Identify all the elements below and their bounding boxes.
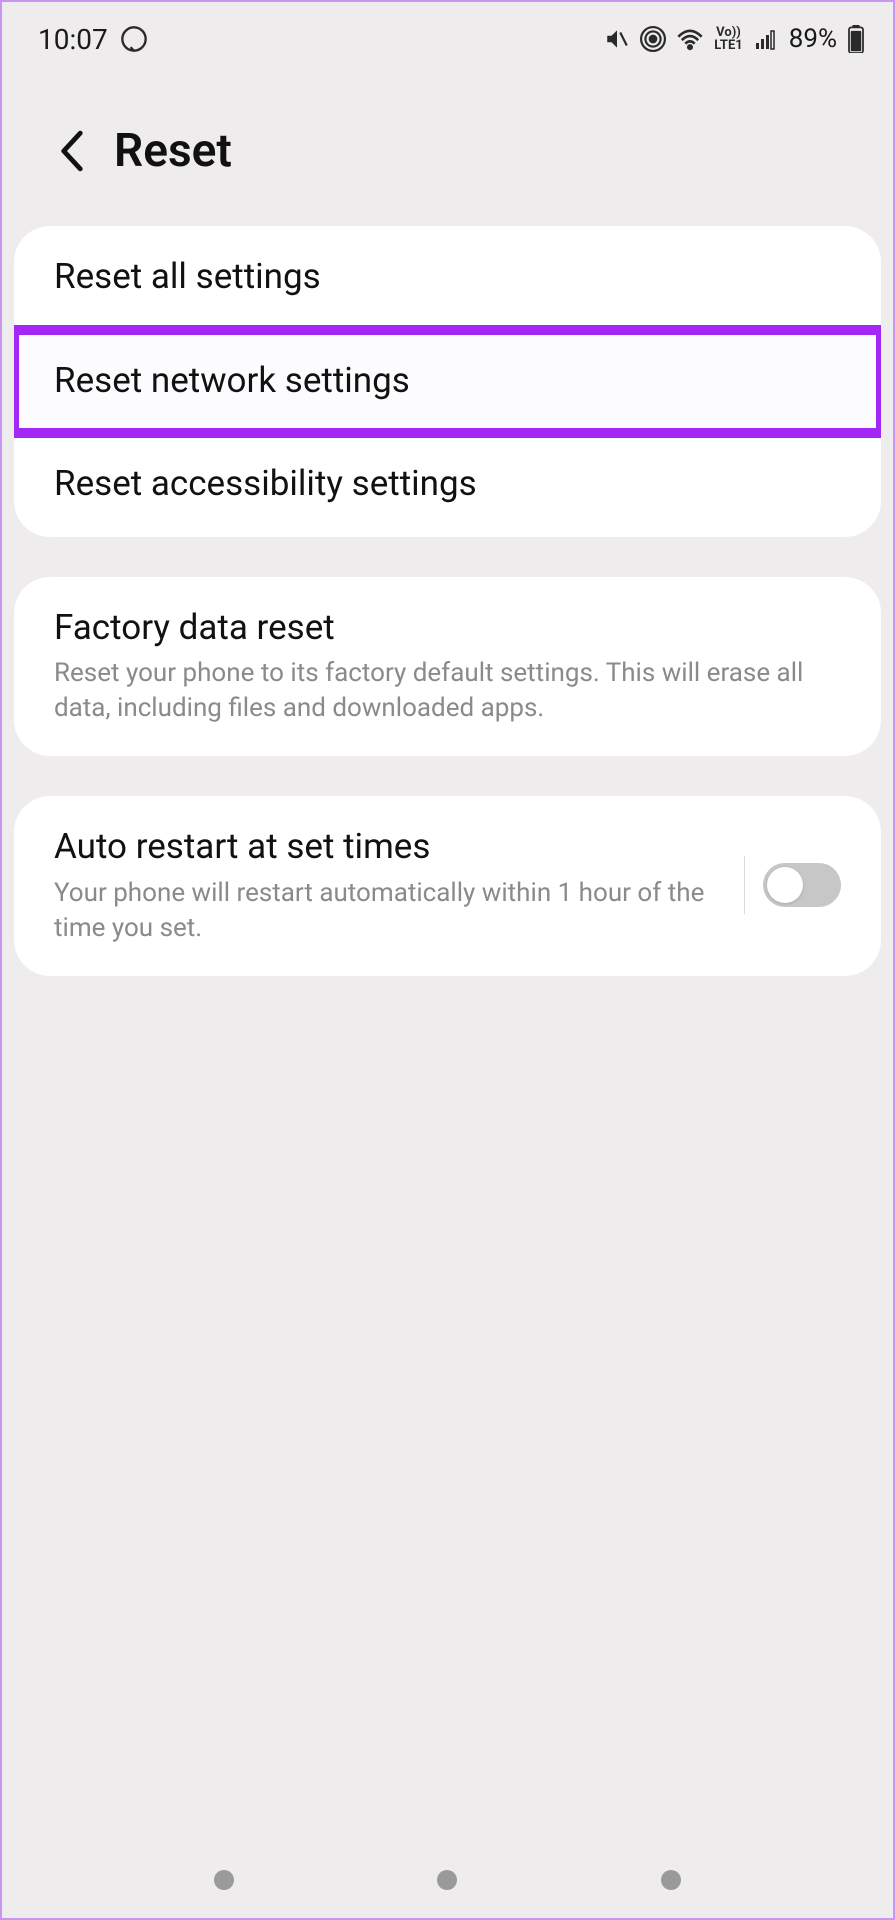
factory-data-reset-item[interactable]: Factory data reset Reset your phone to i… (14, 577, 881, 757)
volte-icon: Vo)) LTE1 (714, 26, 742, 52)
list-item-label: Reset accessibility settings (54, 461, 841, 507)
auto-restart-item[interactable]: Auto restart at set times Your phone wil… (14, 796, 881, 976)
battery-percent: 89% (789, 24, 837, 54)
nav-back-button[interactable] (661, 1870, 681, 1890)
list-item-label: Auto restart at set times (54, 824, 726, 870)
navigation-bar (2, 1870, 893, 1890)
status-time: 10:07 (38, 23, 108, 56)
auto-restart-toggle[interactable] (763, 863, 841, 907)
auto-restart-card: Auto restart at set times Your phone wil… (14, 796, 881, 976)
reset-accessibility-settings-item[interactable]: Reset accessibility settings (14, 433, 881, 537)
list-item-label: Factory data reset (54, 605, 841, 651)
list-item-subtitle: Reset your phone to its factory default … (54, 656, 841, 726)
wifi-icon (676, 26, 704, 52)
back-button[interactable] (58, 129, 86, 173)
nav-recents-button[interactable] (214, 1870, 234, 1890)
toggle-knob (767, 867, 803, 903)
signal-icon (753, 27, 779, 51)
whatsapp-icon (120, 25, 148, 53)
hotspot-icon (640, 26, 666, 52)
divider (744, 856, 745, 914)
list-item-subtitle: Your phone will restart automatically wi… (54, 876, 726, 946)
page-header: Reset (2, 62, 893, 226)
list-item-label: Reset network settings (54, 358, 841, 404)
page-title: Reset (114, 124, 232, 178)
reset-options-card: Reset all settings Reset network setting… (14, 226, 881, 537)
factory-reset-card: Factory data reset Reset your phone to i… (14, 577, 881, 757)
status-bar: 10:07 (2, 2, 893, 62)
mute-vibrate-icon (604, 26, 630, 52)
nav-home-button[interactable] (437, 1870, 457, 1890)
reset-all-settings-item[interactable]: Reset all settings (14, 226, 881, 330)
reset-network-settings-item[interactable]: Reset network settings (14, 330, 881, 434)
list-item-label: Reset all settings (54, 254, 841, 300)
battery-icon (847, 25, 865, 53)
